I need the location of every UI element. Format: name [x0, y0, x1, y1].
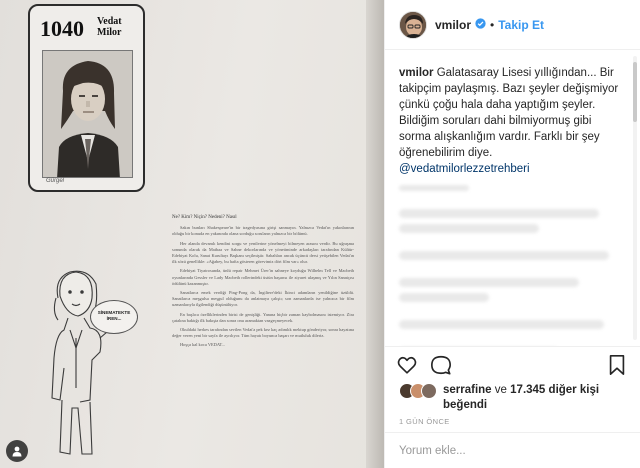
- post-header: vmilor • Takip Et: [385, 0, 640, 50]
- yearbook-card: 1040 Vedat Milor Gürgel: [28, 4, 145, 192]
- caption-text: Galatasaray Lisesi yıllığından... Bir ta…: [399, 67, 619, 159]
- liker-avatar: [421, 383, 437, 399]
- user-tag-icon: [12, 446, 22, 457]
- action-bar: [385, 346, 640, 382]
- follow-button[interactable]: Takip Et: [498, 18, 544, 32]
- author-avatar[interactable]: [399, 10, 427, 39]
- article-paragraph: Sanatlarca emek verdiği Ping-Pong da, İn…: [172, 290, 354, 308]
- likes-text: serrafine ve 17.345 diğer kişi beğendi: [443, 383, 635, 413]
- likes-summary: serrafine ve 17.345 diğer kişi beğendi: [399, 383, 635, 413]
- like-button[interactable]: [395, 353, 419, 377]
- post-timestamp[interactable]: 1 GÜN ÖNCE: [399, 417, 450, 426]
- blurred-comment: [399, 278, 623, 302]
- post-view: 1040 Vedat Milor Gürgel SİNEMATEKTE İREN…: [0, 0, 640, 468]
- likes-count[interactable]: 17.345: [510, 384, 545, 396]
- student-portrait: [42, 50, 133, 178]
- card-name: Vedat Milor: [97, 16, 122, 38]
- card-number: 1040: [40, 16, 84, 41]
- yearbook-article: Ne? Kim? Niçin? Nedeni? Nasıl Sakın bunl…: [172, 215, 354, 463]
- article-title: Ne? Kim? Niçin? Nedeni? Nasıl: [172, 215, 237, 220]
- caption-username[interactable]: vmilor: [399, 67, 434, 79]
- comment-button[interactable]: [429, 353, 453, 377]
- comments-scrollbar[interactable]: [633, 56, 637, 340]
- blurred-comment: [399, 251, 623, 260]
- liker-username[interactable]: serrafine: [443, 384, 492, 396]
- article-paragraph: Edebiyat Tiyatrosunda, ünlü repair Mehme…: [172, 268, 354, 286]
- card-last-name: Milor: [97, 27, 122, 38]
- blurred-comment: [399, 320, 623, 329]
- heart-icon: [397, 356, 417, 374]
- caricature-illustration: [51, 270, 121, 455]
- liker-avatars[interactable]: [399, 383, 439, 401]
- post-panel: vmilor • Takip Et vmilor Galatasaray Lis…: [384, 0, 640, 468]
- blurred-comment: [399, 209, 623, 233]
- comment-bubble-icon: [431, 355, 451, 375]
- speech-bubble: SİNEMATEKTE İREN...: [90, 300, 138, 334]
- caricature-drawing: [40, 268, 150, 468]
- caption-time: [399, 185, 623, 191]
- verified-badge-icon: [475, 16, 486, 34]
- card-first-name: Vedat: [97, 16, 122, 27]
- article-paragraph: Her alanda devamlı kendini sorgu ve yeni…: [172, 240, 354, 265]
- post-image[interactable]: 1040 Vedat Milor Gürgel SİNEMATEKTE İREN…: [0, 0, 384, 468]
- separator-dot: •: [490, 17, 495, 32]
- article-paragraph: Okuldaki herkes tarafından sevilen Vedat…: [172, 327, 354, 339]
- page-fold: [366, 0, 384, 468]
- comment-form: [385, 432, 640, 468]
- portrait-illustration: [43, 51, 132, 177]
- article-paragraph: En başlıca özelliklerinden birisi de gen…: [172, 311, 354, 323]
- comment-input[interactable]: [399, 444, 599, 457]
- comments-section: vmilor Galatasaray Lisesi yıllığından...…: [385, 51, 635, 346]
- caption-mention-link[interactable]: @vedatmilorlezzetrehberi: [399, 161, 623, 177]
- blurred-time: [399, 185, 469, 191]
- post-caption: vmilor Galatasaray Lisesi yıllığından...…: [399, 65, 623, 177]
- author-username[interactable]: vmilor: [435, 18, 471, 32]
- likes-conjunction: ve: [494, 384, 507, 396]
- bookmark-icon: [609, 354, 625, 375]
- user-tag-button[interactable]: [6, 440, 28, 462]
- card-signature: Gürgel: [46, 178, 65, 184]
- scrollbar-thumb[interactable]: [633, 62, 637, 122]
- article-signoff: Hoşça kal koca VEDAT...: [180, 342, 226, 348]
- avatar-illustration: [400, 11, 426, 38]
- article-paragraph: Sakın bunları Shakespeare'in bir tragedy…: [172, 225, 354, 237]
- save-button[interactable]: [605, 353, 629, 377]
